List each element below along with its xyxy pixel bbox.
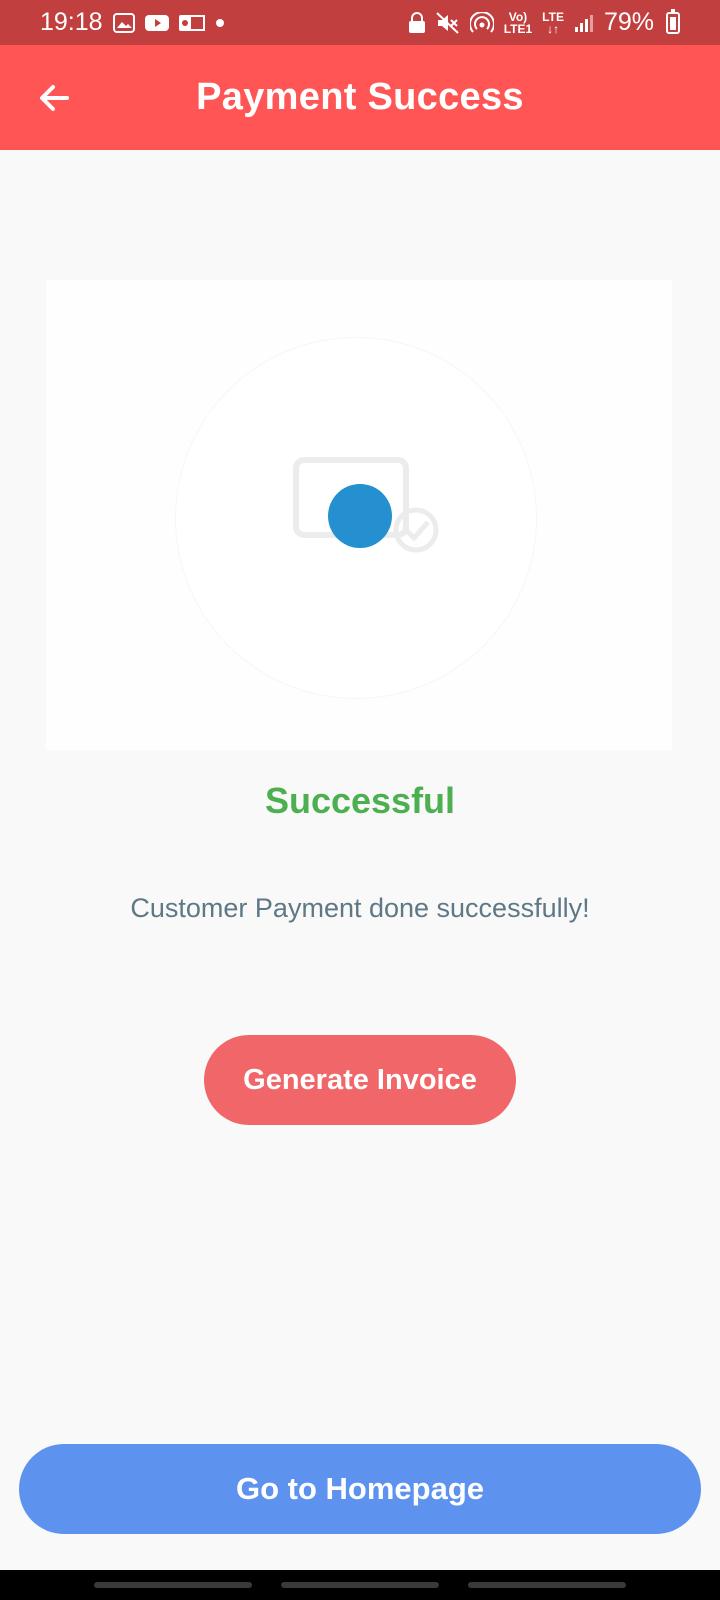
youtube-icon (144, 14, 169, 32)
gallery-icon (112, 12, 135, 33)
nav-recent-button[interactable] (94, 1582, 253, 1588)
payment-success-screen: 19:18 Vo) LTE1 LTE ↓↑ 79% Payment Succes… (0, 0, 720, 1600)
outlook-icon (178, 13, 205, 33)
status-bar: 19:18 Vo) LTE1 LTE ↓↑ 79% (0, 0, 720, 45)
go-to-homepage-button[interactable]: Go to Homepage (19, 1444, 701, 1534)
status-bar-right: Vo) LTE1 LTE ↓↑ 79% (408, 8, 680, 37)
status-time: 19:18 (40, 8, 103, 36)
generate-invoice-button[interactable]: Generate Invoice (204, 1035, 516, 1125)
hotspot-icon (469, 11, 494, 34)
volte-bottom-label: LTE1 (503, 21, 533, 36)
lock-icon (408, 11, 426, 34)
battery-icon (666, 8, 680, 34)
lte-label: LTE (542, 9, 564, 24)
payment-success-animation (46, 280, 672, 750)
battery-percentage: 79% (603, 8, 654, 36)
status-bar-left: 19:18 (40, 8, 225, 37)
loading-indicator (328, 484, 392, 548)
volte-top-label: Vo) (508, 9, 528, 24)
arrow-left-icon (40, 84, 69, 111)
result-message: Customer Payment done successfully! (130, 893, 590, 923)
back-button[interactable] (30, 74, 78, 122)
result-title: Successful (264, 780, 456, 821)
lte-icon: LTE ↓↑ (542, 9, 564, 36)
system-nav-bar (0, 1570, 720, 1600)
volte-icon: Vo) LTE1 (504, 11, 532, 35)
nav-back-button[interactable] (467, 1582, 626, 1588)
dot-indicator (215, 18, 225, 28)
page-title: Payment Success (196, 76, 524, 118)
nav-home-button[interactable] (280, 1582, 439, 1588)
signal-icon (574, 13, 594, 33)
mute-icon (436, 11, 460, 34)
app-bar: Payment Success (0, 45, 720, 150)
